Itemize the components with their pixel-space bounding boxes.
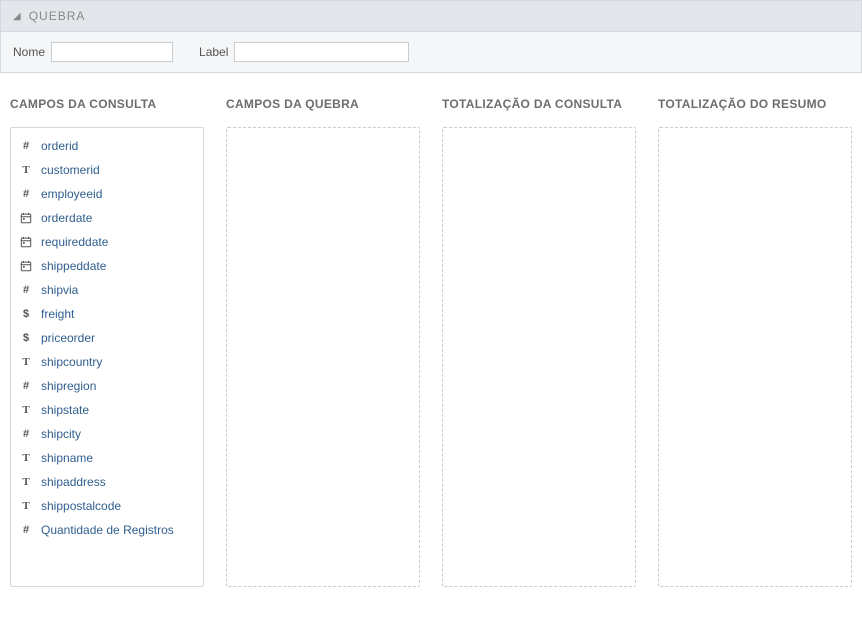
box-total-resumo[interactable] <box>658 127 852 587</box>
label-label: Label <box>199 45 228 59</box>
nome-label: Nome <box>13 45 45 59</box>
field-label: shipcountry <box>41 355 102 369</box>
col-campos-quebra: CAMPOS DA QUEBRA <box>226 97 420 587</box>
field-item[interactable]: orderid <box>11 134 203 158</box>
panel-title: QUEBRA <box>29 9 86 23</box>
text-type-icon <box>19 403 33 417</box>
text-type-icon <box>19 355 33 369</box>
label-input[interactable] <box>234 42 409 62</box>
text-type-icon <box>19 163 33 177</box>
field-label: shippostalcode <box>41 499 121 513</box>
field-item[interactable]: priceorder <box>11 326 203 350</box>
field-label: shipcity <box>41 427 81 441</box>
col-campos-consulta: CAMPOS DA CONSULTA orderid customerid empl… <box>10 97 204 587</box>
col-title-consulta: CAMPOS DA CONSULTA <box>10 97 204 111</box>
number-type-icon <box>19 427 33 441</box>
field-label: freight <box>41 307 74 321</box>
columns-container: CAMPOS DA CONSULTA orderid customerid empl… <box>0 73 862 597</box>
field-item[interactable]: shipvia <box>11 278 203 302</box>
text-type-icon <box>19 499 33 513</box>
number-type-icon <box>19 187 33 201</box>
number-type-icon <box>19 379 33 393</box>
box-campos-quebra[interactable] <box>226 127 420 587</box>
col-total-consulta: TOTALIZAÇÃO DA CONSULTA <box>442 97 636 587</box>
date-type-icon <box>19 259 33 273</box>
field-label: shipstate <box>41 403 89 417</box>
text-type-icon <box>19 451 33 465</box>
form-row: Nome Label <box>0 32 862 73</box>
field-item[interactable]: orderdate <box>11 206 203 230</box>
field-item[interactable]: freight <box>11 302 203 326</box>
field-label: orderdate <box>41 211 92 225</box>
field-item[interactable]: Quantidade de Registros <box>11 518 203 542</box>
field-label: orderid <box>41 139 78 153</box>
field-label: priceorder <box>41 331 95 345</box>
currency-type-icon <box>19 331 33 345</box>
field-item[interactable]: shippeddate <box>11 254 203 278</box>
field-item[interactable]: shipaddress <box>11 470 203 494</box>
field-list: orderid customerid employeeid orderdate requ… <box>11 128 203 548</box>
field-item[interactable]: shipstate <box>11 398 203 422</box>
box-campos-consulta[interactable]: orderid customerid employeeid orderdate requ… <box>10 127 204 587</box>
field-item[interactable]: shippostalcode <box>11 494 203 518</box>
number-type-icon <box>19 139 33 153</box>
field-label: customerid <box>41 163 100 177</box>
nome-input[interactable] <box>51 42 173 62</box>
col-title-quebra: CAMPOS DA QUEBRA <box>226 97 420 111</box>
field-item[interactable]: shipname <box>11 446 203 470</box>
field-label: Quantidade de Registros <box>41 523 174 537</box>
number-type-icon <box>19 523 33 537</box>
field-label: shipvia <box>41 283 78 297</box>
text-type-icon <box>19 475 33 489</box>
field-label: shippeddate <box>41 259 106 273</box>
number-type-icon <box>19 283 33 297</box>
field-item[interactable]: employeeid <box>11 182 203 206</box>
field-label: shipname <box>41 451 93 465</box>
field-item[interactable]: requireddate <box>11 230 203 254</box>
box-total-consulta[interactable] <box>442 127 636 587</box>
field-label: shipregion <box>41 379 96 393</box>
date-type-icon <box>19 235 33 249</box>
collapse-icon[interactable]: ◢ <box>13 11 21 22</box>
field-item[interactable]: shipcity <box>11 422 203 446</box>
col-title-total-consulta: TOTALIZAÇÃO DA CONSULTA <box>442 97 636 111</box>
field-label: shipaddress <box>41 475 106 489</box>
currency-type-icon <box>19 307 33 321</box>
col-title-total-resumo: TOTALIZAÇÃO DO RESUMO <box>658 97 852 111</box>
field-label: requireddate <box>41 235 108 249</box>
date-type-icon <box>19 211 33 225</box>
field-item[interactable]: customerid <box>11 158 203 182</box>
col-total-resumo: TOTALIZAÇÃO DO RESUMO <box>658 97 852 587</box>
panel-header[interactable]: ◢ QUEBRA <box>0 0 862 32</box>
field-item[interactable]: shipregion <box>11 374 203 398</box>
field-label: employeeid <box>41 187 102 201</box>
field-item[interactable]: shipcountry <box>11 350 203 374</box>
